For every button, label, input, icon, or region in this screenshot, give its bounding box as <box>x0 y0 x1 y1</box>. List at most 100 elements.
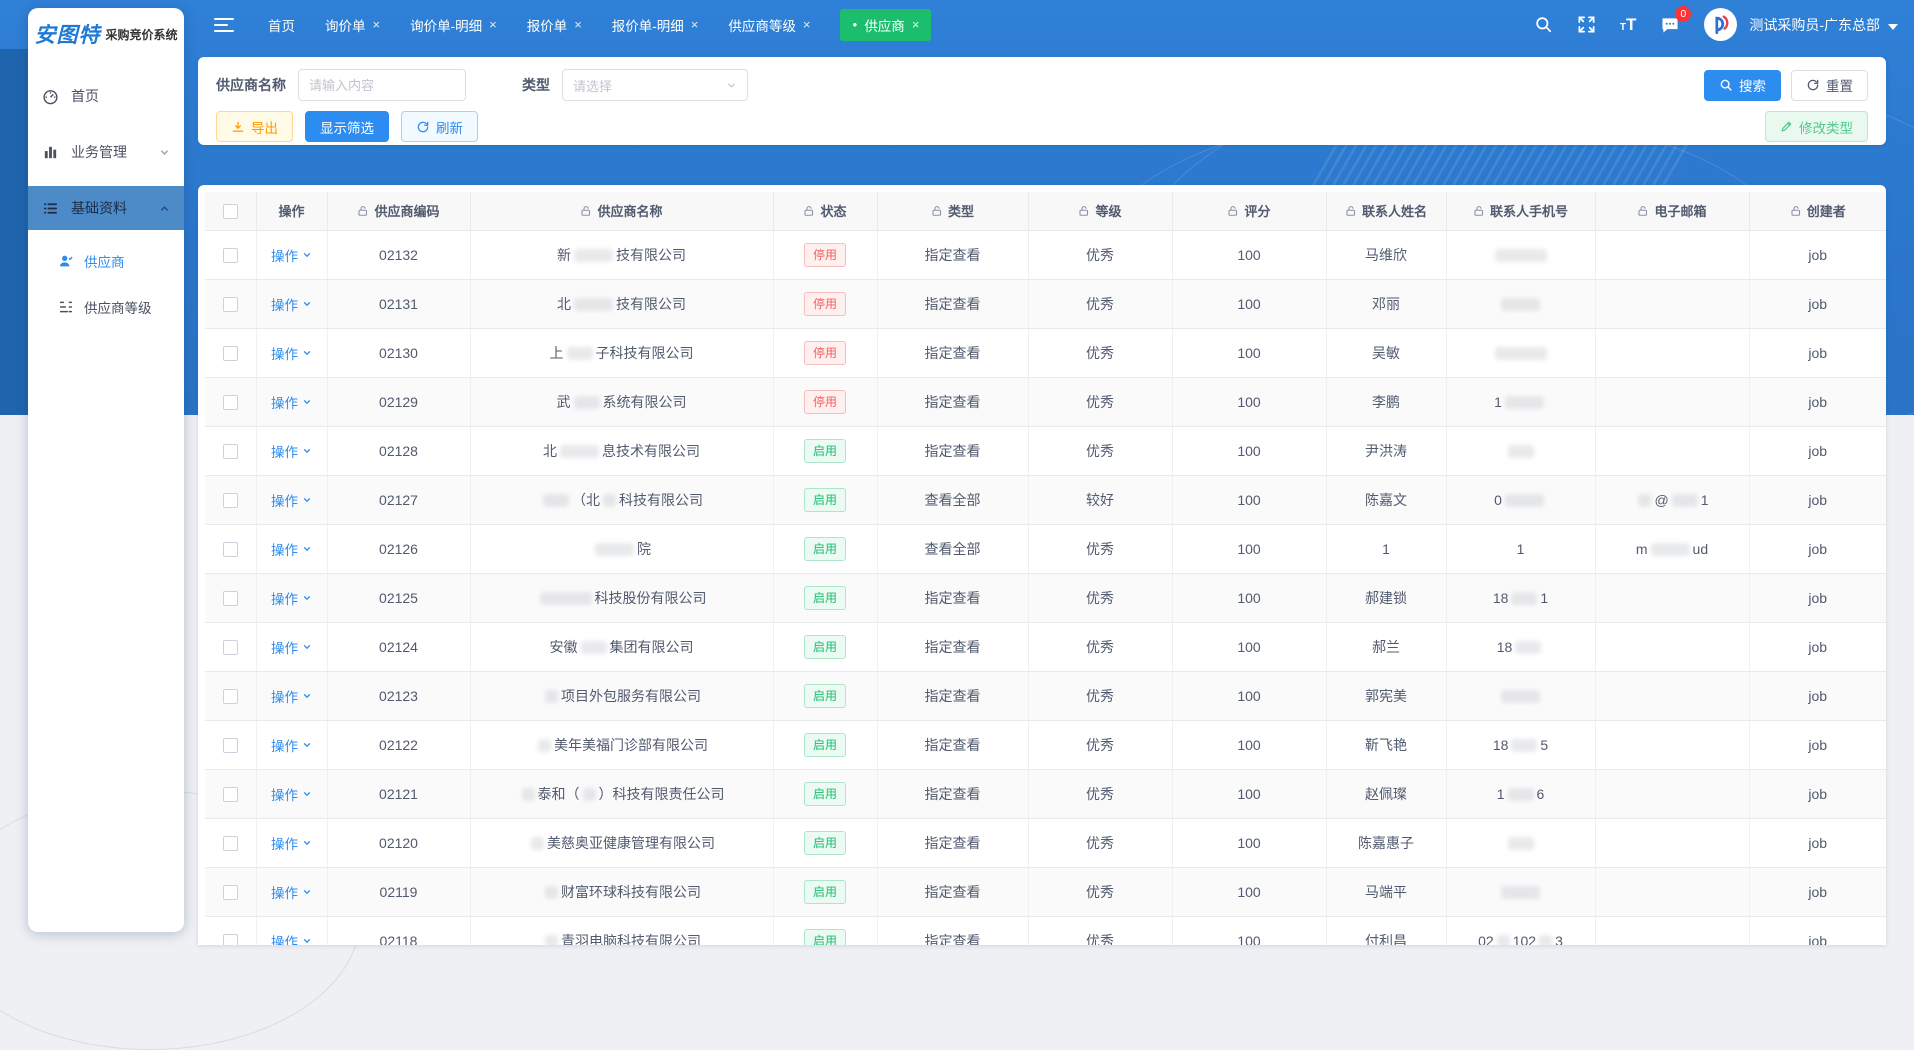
collapse-menu-icon[interactable] <box>214 18 234 32</box>
lock-icon <box>1637 205 1649 217</box>
sidebar-item-home[interactable]: 首页 <box>28 74 184 118</box>
close-icon[interactable]: × <box>489 17 497 32</box>
cell-grade: 优秀 <box>1028 328 1172 377</box>
row-checkbox[interactable] <box>223 493 238 508</box>
operation-dropdown[interactable]: 操作 <box>271 392 312 412</box>
operation-dropdown[interactable]: 操作 <box>271 245 312 265</box>
cell-phone <box>1446 328 1595 377</box>
column-header[interactable]: 电子邮箱 <box>1595 192 1749 230</box>
cell-type: 指定查看 <box>877 622 1028 671</box>
cell-operation: 操作 <box>256 671 327 720</box>
column-header[interactable]: 联系人姓名 <box>1326 192 1446 230</box>
status-badge: 启用 <box>804 929 846 946</box>
cell-contact: 马维欣 <box>1326 230 1446 279</box>
operation-dropdown[interactable]: 操作 <box>271 931 312 946</box>
row-checkbox[interactable] <box>223 297 238 312</box>
cell-name: 上子科技有限公司 <box>470 328 773 377</box>
cell-score: 100 <box>1172 720 1326 769</box>
column-header[interactable]: 状态 <box>773 192 877 230</box>
row-checkbox[interactable] <box>223 934 238 945</box>
status-badge: 启用 <box>804 684 846 708</box>
cell-grade: 优秀 <box>1028 426 1172 475</box>
user-menu[interactable]: 测试采购员-广东总部 <box>1749 15 1898 35</box>
row-checkbox[interactable] <box>223 542 238 557</box>
cell-operation: 操作 <box>256 573 327 622</box>
operation-dropdown[interactable]: 操作 <box>271 343 312 363</box>
column-header[interactable]: 供应商编码 <box>327 192 470 230</box>
operation-dropdown[interactable]: 操作 <box>271 637 312 657</box>
row-checkbox[interactable] <box>223 248 238 263</box>
operation-dropdown[interactable]: 操作 <box>271 294 312 314</box>
tab-quote[interactable]: 报价单× <box>527 15 582 35</box>
row-checkbox[interactable] <box>223 738 238 753</box>
font-size-icon[interactable]: TT <box>1620 16 1637 33</box>
sidebar: 安图特 采购竞价系统 首页 业务管理 基础资料 供应商 供应商等级 <box>28 8 184 932</box>
fullscreen-icon[interactable] <box>1577 15 1596 34</box>
tab-supplier-active[interactable]: ●供应商× <box>840 9 931 41</box>
column-header[interactable]: 联系人手机号 <box>1446 192 1595 230</box>
close-icon[interactable]: × <box>803 17 811 32</box>
close-icon[interactable]: × <box>373 17 381 32</box>
row-checkbox[interactable] <box>223 689 238 704</box>
type-select[interactable]: 请选择 <box>562 69 748 101</box>
tab-inquiry-detail[interactable]: 询价单-明细× <box>410 15 497 35</box>
export-button[interactable]: 导出 <box>216 111 293 142</box>
operation-dropdown[interactable]: 操作 <box>271 441 312 461</box>
row-checkbox[interactable] <box>223 787 238 802</box>
row-checkbox[interactable] <box>223 346 238 361</box>
tab-supplier-grade[interactable]: 供应商等级× <box>728 15 810 35</box>
close-icon[interactable]: × <box>691 17 699 32</box>
row-checkbox[interactable] <box>223 591 238 606</box>
cell-code: 02131 <box>327 279 470 328</box>
refresh-button[interactable]: 刷新 <box>401 111 478 142</box>
cell-operation: 操作 <box>256 818 327 867</box>
row-checkbox[interactable] <box>223 885 238 900</box>
show-filter-button[interactable]: 显示筛选 <box>305 111 389 142</box>
column-header[interactable]: 操作 <box>256 192 327 230</box>
tab-inquiry[interactable]: 询价单× <box>325 15 380 35</box>
row-checkbox[interactable] <box>223 640 238 655</box>
tab-home[interactable]: 首页 <box>268 15 295 35</box>
avatar[interactable] <box>1704 8 1737 41</box>
redacted-text <box>1508 445 1534 458</box>
lock-icon <box>1790 205 1802 217</box>
redacted-text <box>595 543 634 556</box>
row-checkbox[interactable] <box>223 204 238 219</box>
redacted-text <box>1651 543 1690 556</box>
search-button[interactable]: 搜索 <box>1704 70 1781 101</box>
close-icon[interactable]: × <box>574 17 582 32</box>
column-header[interactable]: 评分 <box>1172 192 1326 230</box>
cell-email <box>1595 867 1749 916</box>
column-header[interactable]: 类型 <box>877 192 1028 230</box>
operation-dropdown[interactable]: 操作 <box>271 735 312 755</box>
tab-quote-detail[interactable]: 报价单-明细× <box>612 15 699 35</box>
sidebar-item-business[interactable]: 业务管理 <box>28 130 184 174</box>
operation-dropdown[interactable]: 操作 <box>271 588 312 608</box>
operation-dropdown[interactable]: 操作 <box>271 539 312 559</box>
search-icon[interactable] <box>1534 15 1553 34</box>
row-checkbox[interactable] <box>223 444 238 459</box>
operation-dropdown[interactable]: 操作 <box>271 784 312 804</box>
supplier-name-input[interactable] <box>298 69 466 101</box>
row-checkbox[interactable] <box>223 395 238 410</box>
sidebar-item-supplier[interactable]: 供应商 <box>28 240 184 282</box>
row-checkbox[interactable] <box>223 836 238 851</box>
redacted-text <box>581 641 607 654</box>
modify-type-button[interactable]: 修改类型 <box>1765 111 1868 142</box>
operation-dropdown[interactable]: 操作 <box>271 490 312 510</box>
cell-name: 院 <box>470 524 773 573</box>
operation-dropdown[interactable]: 操作 <box>271 686 312 706</box>
column-header[interactable]: 等级 <box>1028 192 1172 230</box>
column-header[interactable]: 供应商名称 <box>470 192 773 230</box>
column-header[interactable]: 创建者 <box>1749 192 1886 230</box>
message-icon[interactable]: 0 <box>1660 15 1680 35</box>
operation-dropdown[interactable]: 操作 <box>271 833 312 853</box>
cell-phone: 1 <box>1446 377 1595 426</box>
operation-dropdown[interactable]: 操作 <box>271 882 312 902</box>
reset-button[interactable]: 重置 <box>1791 70 1868 101</box>
sidebar-item-basic-data[interactable]: 基础资料 <box>28 186 184 230</box>
sidebar-item-supplier-grade[interactable]: 供应商等级 <box>28 286 184 328</box>
cell-operation: 操作 <box>256 475 327 524</box>
close-icon[interactable]: × <box>912 17 920 32</box>
cell-email: mud <box>1595 524 1749 573</box>
